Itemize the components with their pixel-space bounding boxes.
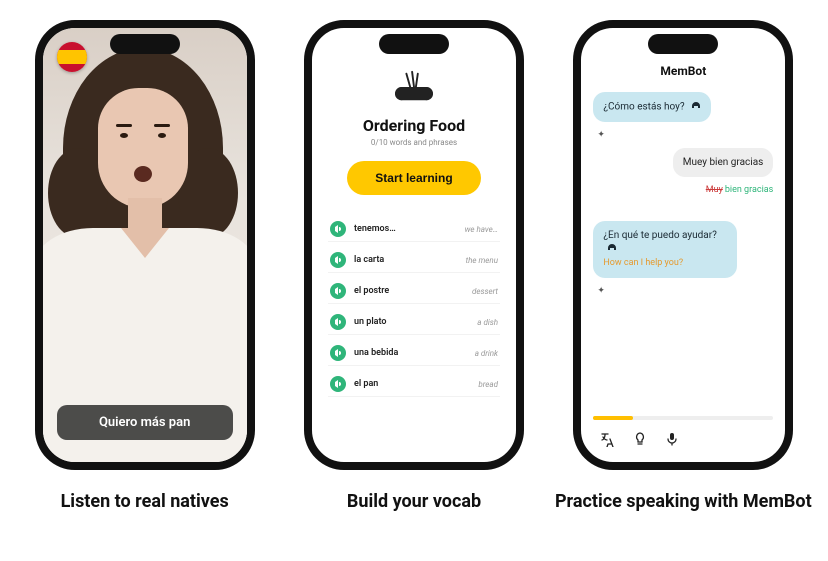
feature-column-natives: Quiero más pan Listen to real natives	[15, 20, 275, 514]
phone-mockup-3: MemBot ¿Cómo estás hoy? ✦ Muey bien grac…	[573, 20, 793, 470]
translate-icon[interactable]: ✦	[597, 286, 605, 296]
video-screen[interactable]: Quiero más pan	[43, 28, 247, 462]
phone-notch	[379, 34, 449, 54]
chat-progress-fill	[593, 416, 633, 420]
native-speaker-portrait	[35, 48, 255, 462]
vocab-translation: we have…	[465, 225, 498, 234]
feature-caption-3: Practice speaking with MemBot	[555, 490, 812, 514]
vocab-term: la carta	[354, 255, 458, 265]
chat-progress-bar	[593, 416, 773, 420]
vocab-screen: Ordering Food 0/10 words and phrases Sta…	[312, 28, 516, 462]
chat-screen: MemBot ¿Cómo estás hoy? ✦ Muey bien grac…	[581, 28, 785, 462]
microphone-icon[interactable]	[663, 430, 681, 448]
bot-message[interactable]: ¿En qué te puedo ayudar? How can I help …	[593, 221, 737, 278]
vocab-list: tenemos… we have… la carta the menu el p…	[328, 217, 500, 397]
chat-body: ¿Cómo estás hoy? ✦ Muey bien gracias Muy…	[593, 92, 773, 410]
chat-toolbar	[593, 420, 773, 452]
vocab-term: el postre	[354, 286, 464, 296]
play-audio-icon[interactable]	[330, 252, 346, 268]
phone-notch	[110, 34, 180, 54]
vocab-row[interactable]: el postre dessert	[328, 279, 500, 304]
play-audio-icon[interactable]	[330, 345, 346, 361]
headphones-icon[interactable]	[691, 100, 701, 114]
vocab-translation: dessert	[472, 287, 498, 296]
bot-message-text: ¿En qué te puedo ayudar?	[603, 230, 717, 241]
lesson-subtitle: 0/10 words and phrases	[371, 138, 457, 147]
bot-message[interactable]: ¿Cómo estás hoy?	[593, 92, 711, 122]
start-learning-button[interactable]: Start learning	[347, 161, 480, 195]
phone-mockup-2: Ordering Food 0/10 words and phrases Sta…	[304, 20, 524, 470]
feature-caption-2: Build your vocab	[347, 490, 481, 514]
vocab-row[interactable]: el pan bread	[328, 372, 500, 397]
correction-right: bien gracias	[725, 185, 773, 195]
phone-notch	[648, 34, 718, 54]
message-correction: Muybien gracias	[706, 185, 774, 195]
play-audio-icon[interactable]	[330, 283, 346, 299]
vocab-row[interactable]: un plato a dish	[328, 310, 500, 335]
feature-column-vocab: Ordering Food 0/10 words and phrases Sta…	[284, 20, 544, 514]
vocab-translation: a drink	[475, 349, 498, 358]
noodles-icon	[395, 68, 433, 106]
vocab-row[interactable]: tenemos… we have…	[328, 217, 500, 242]
spain-flag-icon	[57, 42, 87, 72]
translate-tool-icon[interactable]	[599, 430, 617, 448]
vocab-term: una bebida	[354, 348, 467, 358]
bot-message-translation: How can I help you?	[603, 258, 727, 270]
feature-column-membot: MemBot ¿Cómo estás hoy? ✦ Muey bien grac…	[553, 20, 813, 514]
video-subtitle: Quiero más pan	[57, 405, 233, 440]
lesson-title: Ordering Food	[363, 116, 465, 135]
play-audio-icon[interactable]	[330, 376, 346, 392]
vocab-row[interactable]: una bebida a drink	[328, 341, 500, 366]
headphones-icon[interactable]	[607, 242, 617, 256]
vocab-translation: the menu	[466, 256, 498, 265]
phone-mockup-1: Quiero más pan	[35, 20, 255, 470]
vocab-term: el pan	[354, 379, 470, 389]
vocab-term: tenemos…	[354, 224, 457, 234]
correction-wrong: Muy	[706, 185, 723, 195]
hint-tool-icon[interactable]	[631, 430, 649, 448]
translate-icon[interactable]: ✦	[597, 130, 605, 140]
vocab-translation: bread	[478, 380, 498, 389]
feature-caption-1: Listen to real natives	[61, 490, 229, 514]
user-message-text: Muey bien gracias	[683, 157, 764, 168]
vocab-row[interactable]: la carta the menu	[328, 248, 500, 273]
bot-message-text: ¿Cómo estás hoy?	[603, 102, 684, 113]
vocab-term: un plato	[354, 317, 469, 327]
chat-header-title: MemBot	[593, 64, 773, 78]
play-audio-icon[interactable]	[330, 221, 346, 237]
user-message[interactable]: Muey bien gracias	[673, 148, 774, 177]
play-audio-icon[interactable]	[330, 314, 346, 330]
vocab-translation: a dish	[477, 318, 498, 327]
